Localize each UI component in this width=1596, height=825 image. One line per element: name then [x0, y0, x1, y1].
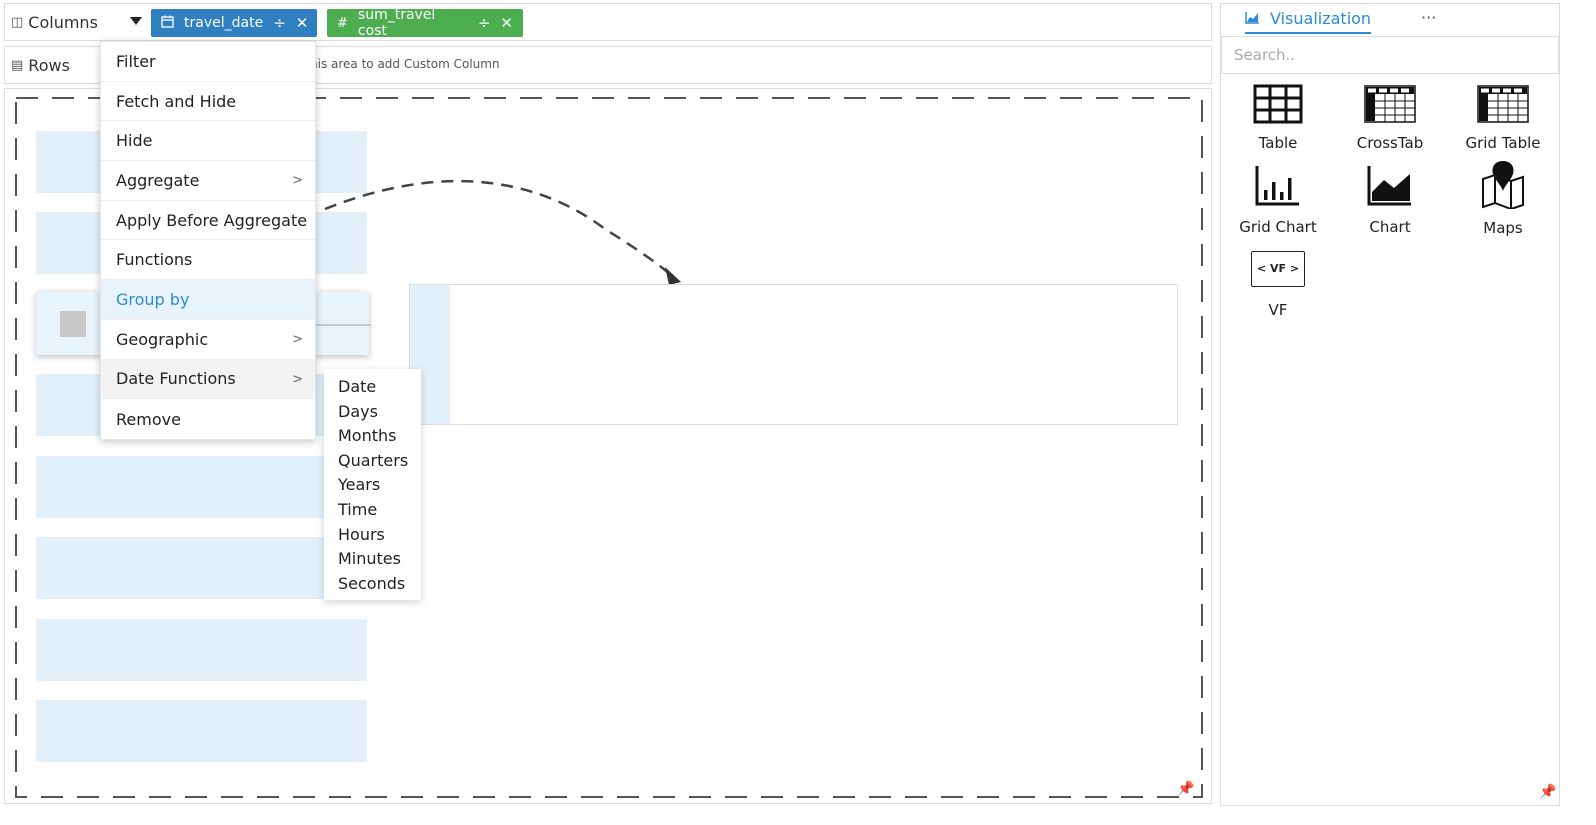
tab-visualization[interactable]: Visualization [1245, 9, 1372, 34]
viz-item-label: Maps [1483, 219, 1523, 237]
menu-item-label: Date Functions [116, 369, 236, 389]
sort-icon[interactable]: ÷ [478, 14, 491, 32]
viz-item-chart[interactable]: Chart [1334, 164, 1446, 236]
viz-item-grid-chart[interactable]: Grid Chart [1222, 164, 1334, 236]
calendar-icon [161, 15, 174, 32]
menu-item-hide[interactable]: Hide [101, 121, 315, 162]
area-chart-icon [1245, 9, 1260, 28]
dragged-item-line [316, 324, 371, 326]
menu-item-label: Aggregate [116, 170, 200, 190]
menu-item-label: Functions [116, 250, 193, 270]
placeholder-block [36, 700, 367, 762]
viz-item-label: Chart [1369, 218, 1411, 236]
submenu-item-minutes[interactable]: Minutes [324, 547, 421, 572]
viz-item-crosstab[interactable]: CrossTab [1334, 84, 1446, 152]
menu-item-label: Geographic [116, 329, 209, 349]
drag-arrow [324, 179, 676, 280]
menu-item-filter[interactable]: Filter [101, 42, 315, 82]
viz-item-label: VF [1268, 301, 1288, 319]
viz-item-vf[interactable]: < VF > VF [1222, 251, 1334, 319]
menu-item-label: Group by [116, 289, 190, 309]
viz-item-label: CrossTab [1356, 134, 1424, 152]
menu-item-aggregate[interactable]: Aggregate > [101, 161, 315, 201]
visualization-search-input[interactable] [1221, 36, 1559, 74]
rows-label-text: Rows [28, 56, 70, 75]
hash-icon: # [337, 15, 348, 31]
viz-item-maps[interactable]: Maps [1447, 159, 1559, 237]
chart-icon [1367, 166, 1411, 206]
placeholder-block [36, 537, 367, 599]
column-pill-travel-date[interactable]: travel_date ÷ ✕ [151, 9, 317, 37]
rows-shelf-label: ▤ Rows [11, 56, 70, 75]
vf-icon: < VF > [1251, 251, 1305, 287]
menu-item-fetch-and-hide[interactable]: Fetch and Hide [101, 82, 315, 122]
viz-item-label: Grid Table [1465, 134, 1541, 152]
dragged-item-thumbnail [60, 311, 86, 337]
submenu-item-months[interactable]: Months [324, 424, 421, 449]
close-icon[interactable]: ✕ [500, 14, 513, 32]
placeholder-block [36, 619, 367, 681]
columns-label-text: Columns [28, 13, 98, 32]
pin-icon[interactable]: 📌 [1539, 784, 1556, 800]
menu-item-label: Hide [116, 131, 153, 151]
sort-icon[interactable]: ÷ [273, 14, 286, 32]
drop-target-box [409, 284, 1178, 425]
pin-icon[interactable]: 📌 [1177, 781, 1194, 797]
column-context-menu: Filter Fetch and Hide Hide Aggregate > Ap… [100, 41, 316, 440]
viz-item-table[interactable]: Table [1222, 84, 1334, 152]
submenu-item-years[interactable]: Years [324, 473, 421, 498]
crosstab-icon [1364, 85, 1416, 123]
columns-shelf[interactable]: ◫ Columns travel_date ÷ ✕ # sum_travel c… [4, 3, 1212, 41]
grid-table-icon [1477, 85, 1529, 123]
grid-chart-icon [1255, 166, 1299, 206]
menu-item-remove[interactable]: Remove [101, 399, 315, 439]
submenu-item-days[interactable]: Days [324, 400, 421, 425]
menu-item-date-functions[interactable]: Date Functions > [101, 359, 315, 400]
submenu-item-time[interactable]: Time [324, 498, 421, 523]
placeholder-block [36, 456, 367, 518]
rows-icon: ▤ [11, 58, 24, 73]
chevron-right-icon: > [292, 371, 303, 387]
submenu-item-quarters[interactable]: Quarters [324, 449, 421, 474]
menu-item-functions[interactable]: Functions [101, 240, 315, 281]
submenu-item-date[interactable]: Date [324, 375, 421, 400]
menu-item-label: Apply Before Aggregate [116, 210, 308, 230]
columns-icon: ◫ [11, 15, 24, 30]
viz-item-label: Grid Chart [1239, 218, 1317, 236]
column-pill-label: sum_travel cost [357, 7, 436, 39]
visualization-panel: Visualization ··· Table CrossTab [1220, 3, 1560, 806]
submenu-item-hours[interactable]: Hours [324, 523, 421, 548]
custom-column-hint: his area to add Custom Column [310, 57, 500, 71]
date-functions-submenu: Date Days Months Quarters Years Time Hou… [324, 369, 421, 601]
menu-item-label: Filter [116, 51, 156, 71]
panel-header: Visualization ··· [1221, 4, 1559, 36]
viz-item-grid-table[interactable]: Grid Table [1447, 84, 1559, 152]
vf-icon-text: < VF > [1256, 262, 1300, 275]
close-icon[interactable]: ✕ [296, 14, 309, 32]
chevron-right-icon: > [292, 331, 303, 347]
maps-icon [1482, 161, 1524, 209]
arrow-head-icon [665, 267, 681, 285]
menu-item-group-by[interactable]: Group by [101, 280, 315, 320]
tab-label: Visualization [1270, 9, 1372, 28]
columns-shelf-label: ◫ Columns [11, 13, 98, 32]
menu-item-apply-before-aggregate[interactable]: Apply Before Aggregate [101, 201, 315, 241]
viz-item-label: Table [1258, 134, 1298, 152]
menu-item-label: Fetch and Hide [116, 91, 237, 111]
more-options-icon[interactable]: ··· [1421, 8, 1436, 27]
table-icon [1253, 84, 1303, 124]
submenu-item-seconds[interactable]: Seconds [324, 572, 421, 597]
columns-dropdown-caret-icon[interactable] [130, 17, 142, 25]
column-pill-sum-travel-cost[interactable]: # sum_travel cost ÷ ✕ [327, 7, 523, 39]
chevron-right-icon: > [292, 173, 303, 189]
menu-item-geographic[interactable]: Geographic > [101, 320, 315, 360]
menu-item-label: Remove [116, 409, 181, 429]
column-pill-label: travel_date [184, 15, 264, 31]
